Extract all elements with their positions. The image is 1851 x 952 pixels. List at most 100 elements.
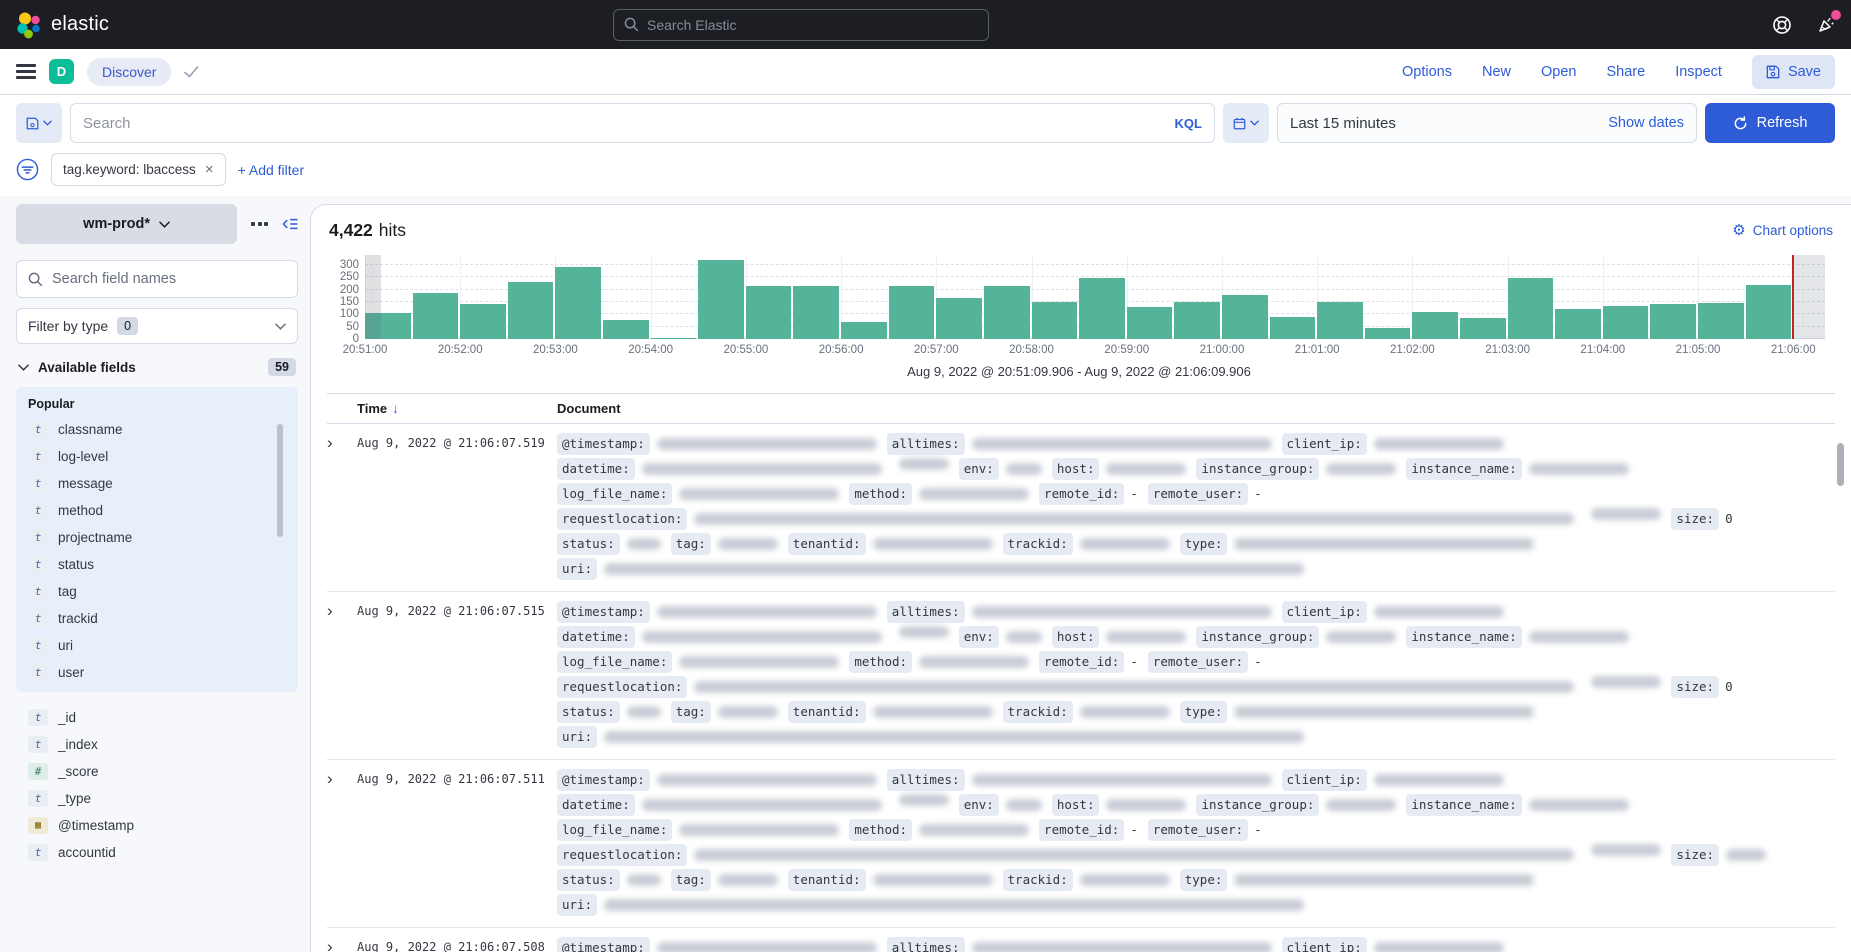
- query-search-placeholder: Search: [83, 115, 131, 132]
- document-field: @timestamp:: [557, 769, 877, 791]
- field-item[interactable]: taccountid: [24, 839, 290, 866]
- filter-by-type-select[interactable]: Filter by type 0: [16, 308, 298, 344]
- histogram-bar[interactable]: [1127, 307, 1173, 339]
- histogram-bar[interactable]: [1412, 312, 1458, 339]
- field-item[interactable]: turi: [24, 632, 290, 659]
- histogram-bar[interactable]: [1270, 317, 1316, 339]
- index-pattern-switcher[interactable]: wm-prod*: [16, 204, 237, 244]
- field-value-redacted: [919, 488, 1029, 500]
- time-range-input[interactable]: Last 15 minutes Show dates: [1277, 103, 1697, 143]
- histogram-bar[interactable]: [1460, 318, 1506, 339]
- field-value-redacted: [627, 538, 661, 550]
- table-scrollbar[interactable]: [1837, 443, 1844, 486]
- histogram-bar[interactable]: [1746, 285, 1792, 339]
- help-icon[interactable]: [1771, 14, 1793, 36]
- histogram-bar[interactable]: [1174, 302, 1220, 339]
- field-value-redacted: [972, 942, 1272, 952]
- date-quick-select-button[interactable]: [1223, 103, 1269, 143]
- chart-options-button[interactable]: ⚙ Chart options: [1732, 223, 1833, 238]
- histogram-bar[interactable]: [555, 267, 601, 339]
- sidebar-scrollbar[interactable]: [277, 424, 283, 537]
- histogram-bar[interactable]: [1317, 302, 1363, 339]
- text-field-icon: t: [28, 556, 48, 573]
- breadcrumb[interactable]: Discover: [87, 58, 171, 86]
- field-item[interactable]: ttag: [24, 578, 290, 605]
- field-item[interactable]: ▦@timestamp: [24, 812, 290, 839]
- saved-query-menu-button[interactable]: [16, 103, 62, 143]
- remove-filter-icon[interactable]: ×: [205, 161, 214, 178]
- available-fields-header[interactable]: Available fields 59: [16, 358, 298, 376]
- document-field: trackid:: [1003, 533, 1170, 555]
- inspect-link[interactable]: Inspect: [1675, 64, 1722, 80]
- document-field: uri:: [557, 558, 1304, 580]
- histogram-bar[interactable]: [1555, 309, 1601, 339]
- field-options-icon[interactable]: [247, 218, 272, 230]
- field-item[interactable]: tprojectname: [24, 524, 290, 551]
- histogram-bar[interactable]: [1365, 328, 1411, 339]
- elastic-logo[interactable]: elastic: [14, 11, 109, 39]
- field-key-pill: alltimes:: [887, 601, 965, 623]
- document-field: log_file_name:: [557, 651, 839, 673]
- time-range-value[interactable]: Last 15 minutes: [1290, 115, 1396, 132]
- field-item[interactable]: tmessage: [24, 470, 290, 497]
- new-link[interactable]: New: [1482, 64, 1511, 80]
- global-search-input[interactable]: Search Elastic: [613, 9, 989, 41]
- query-search-input[interactable]: Search KQL: [70, 103, 1215, 143]
- histogram-bar[interactable]: [1650, 304, 1696, 339]
- refresh-button[interactable]: Refresh: [1705, 103, 1835, 143]
- histogram-bar[interactable]: [1079, 278, 1125, 339]
- histogram-bar[interactable]: [984, 286, 1030, 339]
- save-button[interactable]: Save: [1752, 55, 1835, 89]
- expand-row-icon[interactable]: ›: [327, 769, 357, 919]
- histogram-bar[interactable]: [651, 338, 697, 339]
- expand-row-icon[interactable]: ›: [327, 937, 357, 952]
- histogram-bar[interactable]: [841, 322, 887, 339]
- histogram-bar[interactable]: [889, 286, 935, 339]
- collapse-sidebar-icon[interactable]: [282, 217, 298, 231]
- histogram-bar[interactable]: [603, 320, 649, 339]
- field-item[interactable]: t_id: [24, 704, 290, 731]
- add-filter-link[interactable]: + Add filter: [238, 162, 305, 178]
- filter-icon[interactable]: [16, 158, 39, 181]
- query-language-button[interactable]: KQL: [1175, 116, 1202, 131]
- options-link[interactable]: Options: [1402, 64, 1452, 80]
- discover-app-badge[interactable]: D: [49, 59, 74, 84]
- field-item[interactable]: tstatus: [24, 551, 290, 578]
- field-item[interactable]: #_score: [24, 758, 290, 785]
- expand-row-icon[interactable]: ›: [327, 433, 357, 583]
- chevron-down-icon: [275, 323, 286, 330]
- text-field-icon: t: [28, 529, 48, 546]
- expand-row-icon[interactable]: ›: [327, 601, 357, 751]
- histogram-bar[interactable]: [413, 293, 459, 339]
- histogram-bar[interactable]: [936, 298, 982, 339]
- field-item[interactable]: tlog-level: [24, 443, 290, 470]
- field-item[interactable]: t_index: [24, 731, 290, 758]
- histogram-bar[interactable]: [1032, 302, 1078, 339]
- histogram-bar[interactable]: [793, 286, 839, 339]
- menu-icon[interactable]: [16, 61, 36, 83]
- field-item[interactable]: tuser: [24, 659, 290, 686]
- document-field: remote_user:-: [1148, 483, 1262, 505]
- field-item[interactable]: tclassname: [24, 416, 290, 443]
- field-item[interactable]: ttrackid: [24, 605, 290, 632]
- histogram-bar[interactable]: [1508, 278, 1554, 339]
- newsfeed-icon[interactable]: [1815, 14, 1837, 36]
- histogram-plot[interactable]: 05010015020025030020:51:0020:52:0020:53:…: [365, 255, 1825, 339]
- field-search-input[interactable]: Search field names: [16, 260, 298, 298]
- share-link[interactable]: Share: [1606, 64, 1645, 80]
- filter-pill[interactable]: tag.keyword: lbaccess ×: [51, 153, 226, 186]
- histogram-bar[interactable]: [1698, 303, 1744, 339]
- histogram-bar[interactable]: [698, 260, 744, 339]
- histogram-bar[interactable]: [746, 286, 792, 339]
- show-dates-link[interactable]: Show dates: [1608, 115, 1684, 131]
- open-link[interactable]: Open: [1541, 64, 1576, 80]
- document-field: client_ip:: [1282, 433, 1504, 455]
- field-key-pill: env:: [959, 794, 999, 816]
- histogram-bar[interactable]: [508, 282, 554, 339]
- field-item[interactable]: tmethod: [24, 497, 290, 524]
- time-column-header[interactable]: Time ↓: [357, 401, 557, 416]
- histogram-bar[interactable]: [1222, 295, 1268, 339]
- field-item[interactable]: t_type: [24, 785, 290, 812]
- histogram-bar[interactable]: [1603, 306, 1649, 339]
- histogram-bar[interactable]: [460, 304, 506, 339]
